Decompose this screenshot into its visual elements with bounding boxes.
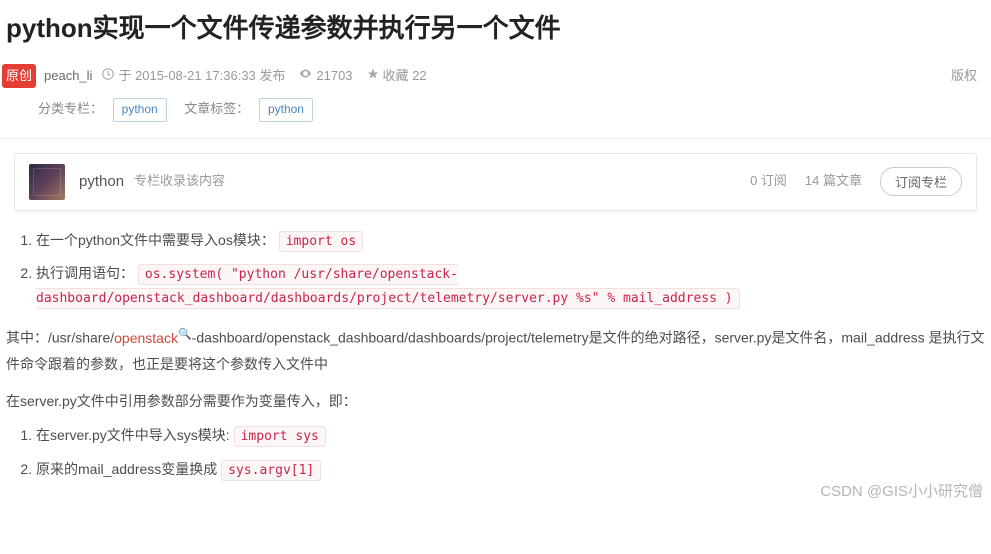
author-link[interactable]: peach_li: [44, 66, 92, 87]
views: 21703: [299, 66, 352, 87]
column-desc: 专栏收录该内容: [134, 171, 225, 192]
keyword-link[interactable]: openstack🔍: [114, 330, 192, 346]
list-item: 执行调用语句： os.system( "python /usr/share/op…: [36, 262, 985, 310]
para-text: 其中：/usr/share/: [6, 330, 114, 346]
list-item: 在一个python文件中需要导入os模块： import os: [36, 229, 985, 253]
original-badge: 原创: [2, 64, 36, 89]
article-tag[interactable]: python: [259, 98, 313, 121]
meta-row: 原创 peach_li 于 2015-08-21 17:36:33 发布 217…: [0, 60, 991, 93]
code-inline: import os: [279, 231, 363, 252]
subscribe-button[interactable]: 订阅专栏: [880, 167, 962, 196]
zoom-icon: 🔍: [178, 328, 192, 340]
list-text: 原来的mail_address变量换成: [36, 461, 221, 477]
list-text: 在server.py文件中导入sys模块:: [36, 427, 234, 443]
category-label: 分类专栏：: [38, 101, 103, 116]
eye-icon: [299, 66, 312, 87]
code-inline: sys.argv[1]: [221, 460, 321, 481]
favorites[interactable]: 收藏 22: [367, 66, 427, 87]
page-title: python实现一个文件传递参数并执行另一个文件: [0, 0, 991, 60]
column-name[interactable]: python: [79, 170, 124, 194]
code-inline: import sys: [234, 426, 326, 447]
article-content: 在一个python文件中需要导入os模块： import os 执行调用语句： …: [0, 229, 991, 506]
ordered-list-1: 在一个python文件中需要导入os模块： import os 执行调用语句： …: [6, 229, 985, 310]
views-count: 21703: [316, 66, 352, 87]
category-tag[interactable]: python: [113, 98, 167, 121]
favorites-count: 22: [412, 66, 426, 87]
list-item: 在server.py文件中导入sys模块: import sys: [36, 424, 985, 448]
paragraph: 在server.py文件中引用参数部分需要作为变量传入，即：: [6, 388, 985, 415]
column-articles: 14 篇文章: [805, 171, 862, 192]
publish-time-text: 于 2015-08-21 17:36:33 发布: [118, 66, 285, 87]
column-thumb[interactable]: [29, 164, 65, 200]
paragraph: 其中：/usr/share/openstack🔍-dashboard/opens…: [6, 324, 985, 378]
publish-time: 于 2015-08-21 17:36:33 发布: [102, 66, 285, 87]
column-subs: 0 订阅: [750, 171, 787, 192]
copyright-link[interactable]: 版权: [951, 66, 977, 87]
code-inline: os.system( "python /usr/share/openstack-…: [36, 264, 740, 309]
ordered-list-2: 在server.py文件中导入sys模块: import sys 原来的mail…: [6, 424, 985, 482]
clock-icon: [102, 66, 114, 87]
list-text: 执行调用语句：: [36, 265, 138, 281]
favorites-label: 收藏: [383, 66, 409, 87]
tags-row: 分类专栏： python 文章标签： python: [0, 92, 991, 131]
divider: [0, 138, 991, 139]
column-box: python 专栏收录该内容 0 订阅 14 篇文章 订阅专栏: [14, 153, 977, 211]
article-tag-label: 文章标签：: [184, 101, 249, 116]
star-icon: [367, 66, 379, 87]
list-text: 在一个python文件中需要导入os模块：: [36, 232, 279, 248]
list-item: 原来的mail_address变量换成 sys.argv[1]: [36, 458, 985, 482]
